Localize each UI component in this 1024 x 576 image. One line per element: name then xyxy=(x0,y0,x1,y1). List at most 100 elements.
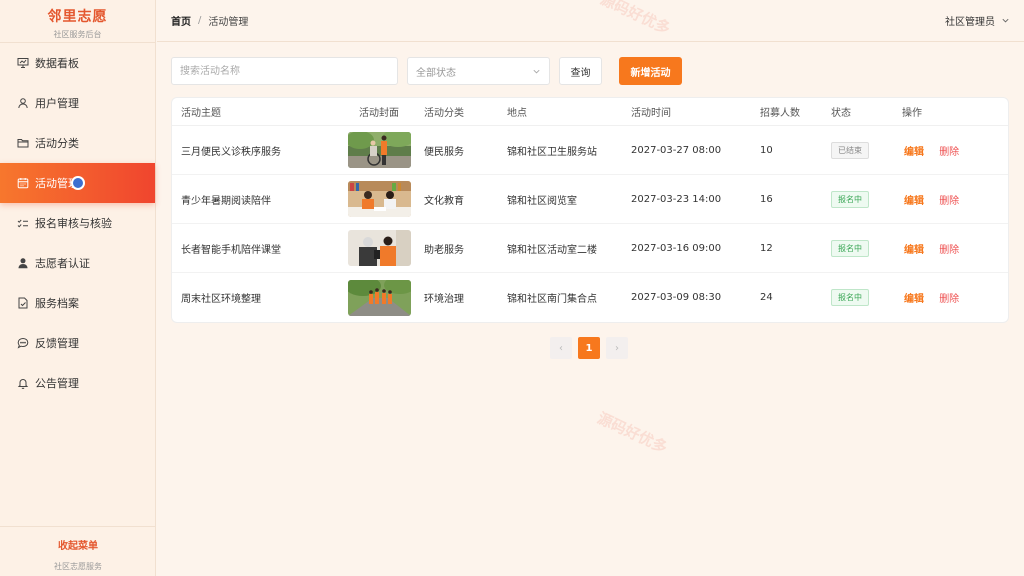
activity-category: 环境治理 xyxy=(424,294,464,305)
activity-cover-image xyxy=(347,230,411,266)
user-icon xyxy=(17,97,29,109)
watermark: 源码好优多 xyxy=(594,408,671,457)
sidebar-item-dashboard[interactable]: 数据看板 xyxy=(0,43,155,83)
activity-time: 2027-03-09 08:30 xyxy=(631,292,722,303)
calendar-icon xyxy=(17,177,29,189)
activity-time: 2027-03-27 08:00 xyxy=(631,144,722,156)
status-select-value: 全部状态 xyxy=(416,67,456,79)
folder-icon xyxy=(17,137,29,149)
edit-button[interactable]: 编辑 xyxy=(904,196,924,207)
status-badge: 报名中 xyxy=(831,289,869,306)
column-header: 操作 xyxy=(902,108,922,119)
sidebar-item-feedback[interactable]: 反馈管理 xyxy=(0,323,155,363)
user-menu[interactable]: 社区管理员 xyxy=(945,13,1010,28)
sidebar-item-label: 服务档案 xyxy=(35,297,79,310)
column-header: 地点 xyxy=(507,108,527,119)
status-badge: 报名中 xyxy=(831,239,869,257)
table-row: 周末社区环境整理 环境治理 锦和社区南门集合点 2027-03-09 08:30… xyxy=(172,273,1008,322)
sidebar-item-users[interactable]: 用户管理 xyxy=(0,83,155,123)
activity-location: 锦和社区南门集合点 xyxy=(507,294,597,305)
breadcrumb-current: 活动管理 xyxy=(208,17,249,28)
sidebar: 邻里志愿 社区服务后台 数据看板 用户管理 活动分类 活动管理 报名审核与核验 … xyxy=(0,0,156,576)
breadcrumb-separator: / xyxy=(198,15,202,26)
column-header: 活动时间 xyxy=(631,108,671,119)
activity-cover-image xyxy=(347,279,411,316)
column-header: 招募人数 xyxy=(760,108,800,119)
bell-icon xyxy=(17,377,29,389)
recruit-count: 16 xyxy=(760,193,773,205)
breadcrumb-home[interactable]: 首页 xyxy=(171,13,191,28)
page-number-button[interactable]: 1 xyxy=(578,337,600,359)
filter-toolbar: 全部状态 查询 新增活动 xyxy=(171,57,682,85)
prev-page-button[interactable]: ‹ xyxy=(550,337,572,359)
sidebar-item-label: 数据看板 xyxy=(35,57,79,70)
table-row: 三月便民义诊秩序服务 便民服务 锦和社区卫生服务站 2027-03-27 08:… xyxy=(172,126,1008,175)
delete-button[interactable]: 删除 xyxy=(939,245,959,256)
sidebar-item-label: 反馈管理 xyxy=(35,337,79,350)
recruit-count: 24 xyxy=(760,292,773,303)
chevron-down-icon xyxy=(533,69,540,73)
sidebar-item-label: 用户管理 xyxy=(35,97,79,110)
sidebar-menu: 数据看板 用户管理 活动分类 活动管理 报名审核与核验 志愿者认证 服务档案 反… xyxy=(0,43,155,403)
activity-time: 2027-03-23 14:00 xyxy=(631,193,722,205)
table-header: 活动主题 活动封面 活动分类 地点 活动时间 招募人数 状态 操作 xyxy=(172,98,1008,126)
chevron-down-icon xyxy=(1002,18,1009,23)
delete-button[interactable]: 删除 xyxy=(939,294,959,305)
activity-category: 助老服务 xyxy=(424,244,464,256)
activity-table: 活动主题 活动封面 活动分类 地点 活动时间 招募人数 状态 操作 三月便民义诊… xyxy=(171,97,1009,323)
edit-button[interactable]: 编辑 xyxy=(904,245,924,256)
activity-title: 周末社区环境整理 xyxy=(181,294,261,305)
activity-cover-image xyxy=(347,132,411,168)
chat-bubble-icon xyxy=(17,337,29,349)
activity-time: 2027-03-16 09:00 xyxy=(631,242,722,254)
brand: 邻里志愿 社区服务后台 xyxy=(0,0,155,43)
file-check-icon xyxy=(17,297,29,309)
sidebar-item-categories[interactable]: 活动分类 xyxy=(0,123,155,163)
pagination: ‹ 1 › xyxy=(550,337,628,359)
sidebar-item-label: 公告管理 xyxy=(35,377,79,390)
user-name: 社区管理员 xyxy=(945,17,995,28)
activity-category: 便民服务 xyxy=(424,146,464,158)
column-header: 活动主题 xyxy=(181,108,221,119)
column-header: 活动分类 xyxy=(424,108,464,119)
sidebar-item-label: 报名审核与核验 xyxy=(35,217,112,230)
collapse-menu-button[interactable]: 收起菜单 xyxy=(0,537,156,552)
delete-button[interactable]: 删除 xyxy=(939,147,959,158)
brand-title: 邻里志愿 xyxy=(47,9,108,25)
edit-button[interactable]: 编辑 xyxy=(904,147,924,158)
sidebar-item-announcements[interactable]: 公告管理 xyxy=(0,363,155,403)
sidebar-footer: 收起菜单 社区志愿服务 xyxy=(0,526,156,576)
next-page-button[interactable]: › xyxy=(606,337,628,359)
status-select[interactable]: 全部状态 xyxy=(407,57,550,85)
add-activity-button[interactable]: 新增活动 xyxy=(619,57,682,85)
mouse-cursor-indicator xyxy=(71,176,85,190)
activity-location: 锦和社区活动室二楼 xyxy=(507,244,597,256)
recruit-count: 12 xyxy=(760,242,773,254)
status-badge: 报名中 xyxy=(831,190,869,208)
sidebar-item-signup-review[interactable]: 报名审核与核验 xyxy=(0,203,155,243)
sidebar-item-service-records[interactable]: 服务档案 xyxy=(0,283,155,323)
recruit-count: 10 xyxy=(760,144,773,156)
search-input[interactable] xyxy=(171,57,398,85)
activity-title: 青少年暑期阅读陪伴 xyxy=(181,195,271,207)
sidebar-item-activities[interactable]: 活动管理 xyxy=(0,163,155,203)
top-header: 首页 / 活动管理 社区管理员 xyxy=(157,0,1024,42)
activity-category: 文化教育 xyxy=(424,195,464,207)
sidebar-item-label: 志愿者认证 xyxy=(35,257,90,270)
status-badge: 已结束 xyxy=(831,141,869,159)
delete-button[interactable]: 删除 xyxy=(939,196,959,207)
sidebar-item-volunteer-cert[interactable]: 志愿者认证 xyxy=(0,243,155,283)
table-row: 长者智能手机陪伴课堂 助老服务 锦和社区活动室二楼 2027-03-16 09:… xyxy=(172,224,1008,273)
checklist-icon xyxy=(17,217,29,229)
presentation-chart-icon xyxy=(17,57,29,69)
column-header: 状态 xyxy=(831,108,851,119)
activity-location: 锦和社区阅览室 xyxy=(507,195,577,207)
sidebar-item-label: 活动分类 xyxy=(35,137,79,150)
brand-subtitle: 社区服务后台 xyxy=(53,30,102,39)
query-button[interactable]: 查询 xyxy=(559,57,602,85)
edit-button[interactable]: 编辑 xyxy=(904,294,924,305)
activity-title: 长者智能手机陪伴课堂 xyxy=(181,244,281,256)
person-solid-icon xyxy=(17,257,29,269)
sidebar-footer-subtitle: 社区志愿服务 xyxy=(54,562,102,571)
activity-location: 锦和社区卫生服务站 xyxy=(507,146,597,158)
